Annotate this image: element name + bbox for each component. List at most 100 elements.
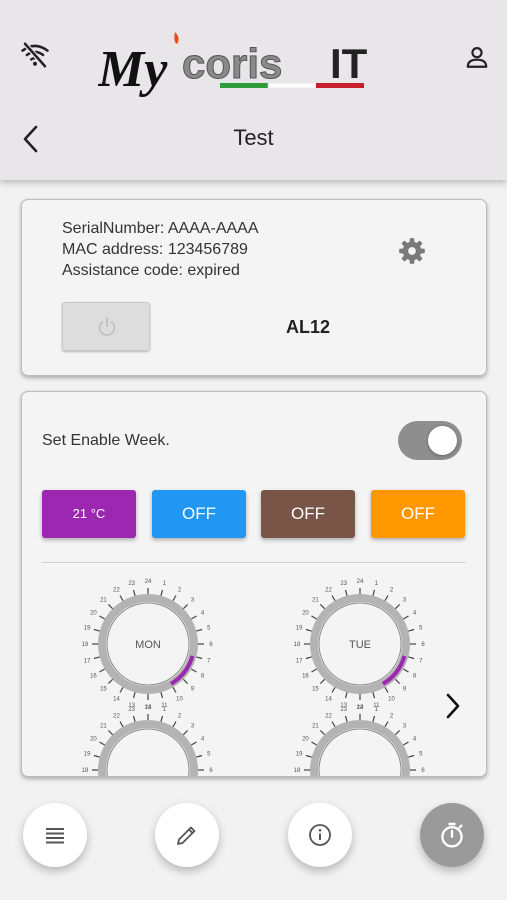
dial-hour-label: 16 <box>302 674 309 680</box>
dial-hour-label: 3 <box>191 723 195 729</box>
dial-tick <box>132 715 136 722</box>
dial-hour-label: 7 <box>207 658 211 664</box>
dial-tick <box>331 687 336 693</box>
dial-tick <box>394 729 401 736</box>
dial-hour-label: 21 <box>312 597 319 603</box>
dial-hour-label: 18 <box>294 642 301 648</box>
dial-tick <box>107 729 114 736</box>
dial-hour-label: 23 <box>128 707 135 713</box>
dial-tick <box>305 754 312 758</box>
dial-tick <box>344 589 348 596</box>
dial-hour-label: 23 <box>340 707 347 713</box>
dial-hour-label: 6 <box>421 768 425 774</box>
edit-button[interactable] <box>155 803 219 867</box>
dial-hour-label: 17 <box>296 658 303 664</box>
dial-tick <box>384 595 389 601</box>
dial-tick <box>132 589 136 596</box>
dial-hour-label: 18 <box>82 642 89 648</box>
dial-tick <box>172 687 177 693</box>
dial-tick <box>196 656 203 660</box>
dial-hour-label: 24 <box>145 579 152 585</box>
info-button[interactable] <box>288 803 352 867</box>
person-icon[interactable] <box>464 44 490 70</box>
dial-tick <box>311 741 317 746</box>
dial-tick <box>344 715 348 722</box>
dial-hour-label: 2 <box>390 713 394 719</box>
dial-hour-label: 23 <box>128 581 135 587</box>
dial-row2-left[interactable]: 241234567891011121314151617181920212223 <box>82 705 214 777</box>
page-title: Test <box>233 125 274 150</box>
dial-tick <box>99 668 105 673</box>
dial-tick <box>394 603 401 610</box>
dial-tick <box>305 628 312 632</box>
dial-tick <box>384 687 389 693</box>
dial-hour-label: 9 <box>403 687 407 693</box>
dial-hour-label: 17 <box>84 658 91 664</box>
dial-tick <box>191 615 197 620</box>
timer-button[interactable] <box>420 803 484 867</box>
dial-tick <box>132 692 136 699</box>
dial-hour-label: 21 <box>100 597 107 603</box>
dial-tick <box>160 589 164 596</box>
wifi-off-icon <box>21 42 49 68</box>
dial-hour-label: 3 <box>403 597 407 603</box>
dial-hour-label: 1 <box>375 581 379 587</box>
dial-row2-right[interactable]: 241234567891011121314151617181920212223 <box>294 705 426 777</box>
dial-tick <box>107 603 114 610</box>
gear-icon[interactable] <box>398 237 426 265</box>
dial-tick <box>196 754 203 758</box>
dial-hour-label: 6 <box>209 768 213 774</box>
dial-hour-label: 20 <box>302 611 309 617</box>
dial-hour-label: 15 <box>100 687 107 693</box>
dial-hour-label: 7 <box>419 658 423 664</box>
dial-tick <box>394 678 401 685</box>
dial-hour-label: 3 <box>191 597 195 603</box>
dial-hour-label: 4 <box>413 611 417 617</box>
weekly-schedule-dials: 24 1234567891011121314151617181920212223 … <box>82 579 426 777</box>
dial-tick <box>372 589 376 596</box>
dial-hour-label: 21 <box>100 723 107 729</box>
dial-hour-label: 5 <box>419 752 423 758</box>
dial-tick <box>311 668 317 673</box>
dial-tick <box>119 721 124 727</box>
week-program-card: Set Enable Week. 21 °C OFF OFF OFF 24 1 2 3… <box>21 391 487 777</box>
dial-tick <box>319 603 326 610</box>
svg-text:My: My <box>98 41 168 98</box>
dial-tick <box>331 721 336 727</box>
dial-hour-label: 20 <box>302 737 309 743</box>
svg-text:coris: coris <box>182 40 282 87</box>
dial-tick <box>191 741 197 746</box>
mac-address: MAC address: 123456789 <box>62 241 248 258</box>
serial-number: SerialNumber: AAAA-AAAA <box>62 220 259 237</box>
app-header: My coris IT Test <box>0 0 507 180</box>
dial-hour-label: 22 <box>113 713 120 719</box>
dial-tick <box>319 678 326 685</box>
dial-hour-label: 20 <box>90 737 97 743</box>
dial-tick <box>99 615 105 620</box>
dial-hour-label: 19 <box>84 752 91 758</box>
menu-button[interactable] <box>23 803 87 867</box>
dial-hour-label: 20 <box>90 611 97 617</box>
menu-icon <box>46 828 64 844</box>
dial-hour-label: 2 <box>390 587 394 593</box>
dial-hour-label: 5 <box>419 626 423 632</box>
dial-tick <box>319 729 326 736</box>
chevron-right-icon[interactable] <box>442 692 464 720</box>
dial-hour-label: 3 <box>403 723 407 729</box>
power-button[interactable] <box>62 302 150 351</box>
dial-tick <box>191 668 197 673</box>
dial-hour-label: 18 <box>294 768 301 774</box>
dial-hour-label: 22 <box>325 587 332 593</box>
dial-hour-label: 4 <box>413 737 417 743</box>
dial-tick <box>119 687 124 693</box>
dial-hour-label: 6 <box>209 642 213 648</box>
dial-hour-label: 5 <box>207 626 211 632</box>
dial-hour-label: 4 <box>201 737 205 743</box>
dial-tick <box>311 615 317 620</box>
dial-hour-label: 2 <box>178 587 182 593</box>
dial-tick <box>107 678 114 685</box>
dial-tick <box>408 754 415 758</box>
dial-tick <box>403 668 409 673</box>
dial-hour-label: 23 <box>340 581 347 587</box>
dial-hour-label: 8 <box>201 674 205 680</box>
